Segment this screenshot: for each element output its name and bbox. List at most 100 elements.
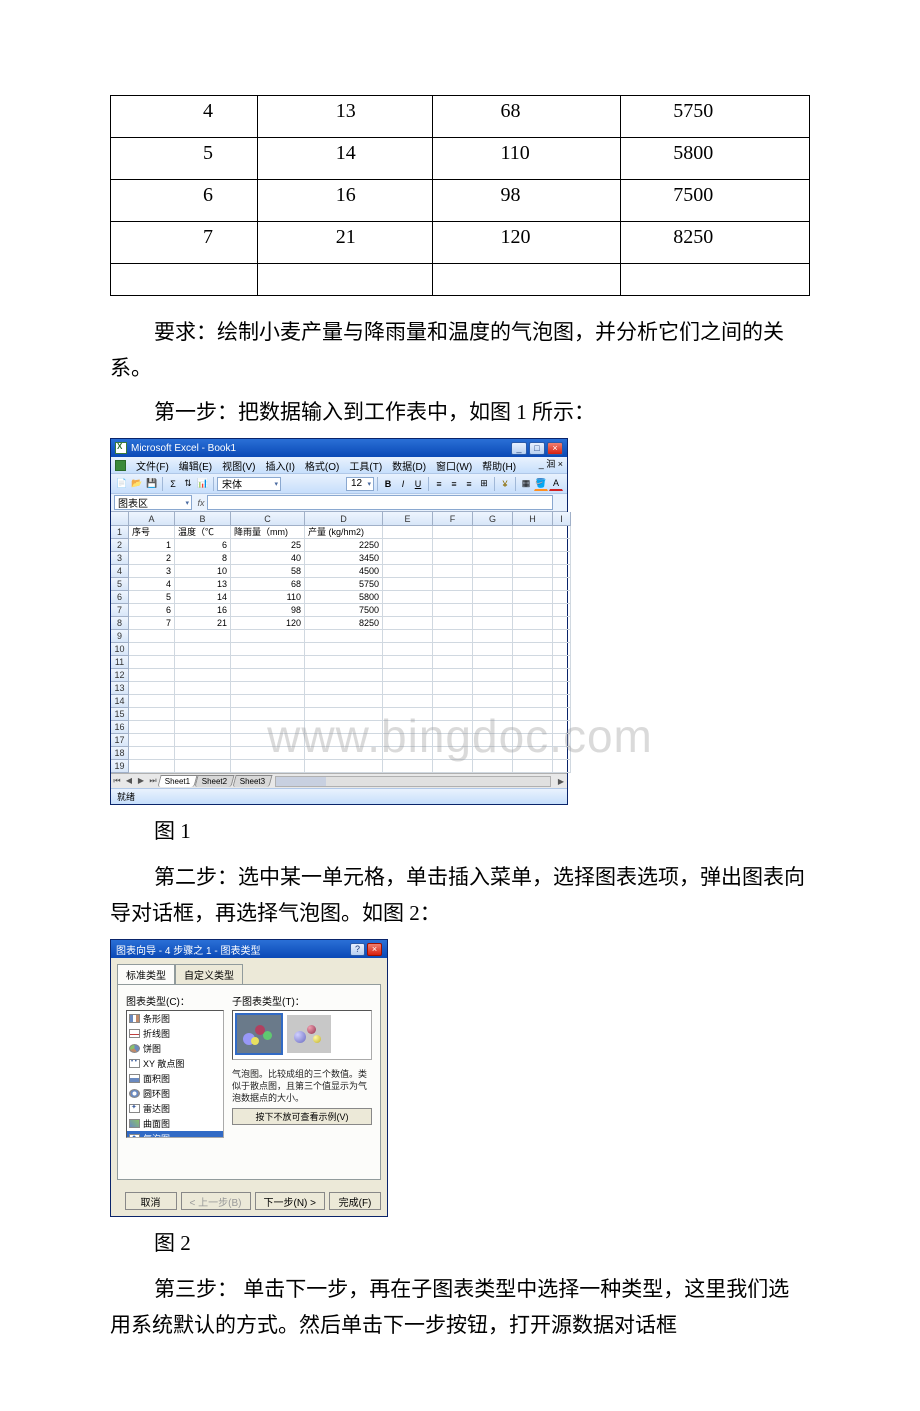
col-header-H[interactable]: H xyxy=(513,512,553,526)
cell[interactable]: 4500 xyxy=(305,565,383,578)
cell[interactable] xyxy=(513,578,553,591)
cell[interactable] xyxy=(129,721,175,734)
cell[interactable]: 13 xyxy=(175,578,231,591)
col-header-I[interactable]: I xyxy=(553,512,571,526)
cell[interactable]: 16 xyxy=(175,604,231,617)
row-header[interactable]: 4 xyxy=(111,565,129,578)
cell[interactable] xyxy=(383,643,433,656)
cell[interactable] xyxy=(231,734,305,747)
cell[interactable]: 68 xyxy=(231,578,305,591)
finish-button[interactable]: 完成(F) xyxy=(329,1192,381,1210)
cell[interactable] xyxy=(383,578,433,591)
tab-nav-first-icon[interactable]: ⏮ xyxy=(111,776,123,786)
cell[interactable] xyxy=(513,526,553,539)
menu-tools[interactable]: 工具(T) xyxy=(345,458,386,473)
scroll-right-icon[interactable]: ▶ xyxy=(555,777,567,786)
row-header[interactable]: 8 xyxy=(111,617,129,630)
cell[interactable] xyxy=(553,630,571,643)
bold-icon[interactable]: B xyxy=(381,477,395,491)
cell[interactable] xyxy=(305,708,383,721)
cell[interactable] xyxy=(553,617,571,630)
cell[interactable] xyxy=(433,669,473,682)
cell[interactable]: 8250 xyxy=(305,617,383,630)
cell[interactable] xyxy=(433,578,473,591)
row-header[interactable]: 18 xyxy=(111,747,129,760)
cell[interactable] xyxy=(473,656,513,669)
cell[interactable] xyxy=(553,682,571,695)
cell[interactable] xyxy=(553,539,571,552)
cell[interactable] xyxy=(513,565,553,578)
row-header[interactable]: 5 xyxy=(111,578,129,591)
cell[interactable] xyxy=(433,708,473,721)
cell[interactable] xyxy=(513,734,553,747)
cell[interactable] xyxy=(513,656,553,669)
cell[interactable] xyxy=(553,591,571,604)
cell[interactable]: 7 xyxy=(129,617,175,630)
cell[interactable]: 产量 (kg/hm2) xyxy=(305,526,383,539)
cell[interactable] xyxy=(473,630,513,643)
cell[interactable] xyxy=(433,682,473,695)
cell[interactable] xyxy=(433,526,473,539)
font-name-combo[interactable]: 宋体 xyxy=(217,477,281,491)
cell[interactable] xyxy=(305,760,383,773)
cell[interactable] xyxy=(433,721,473,734)
cell[interactable]: 5 xyxy=(129,591,175,604)
cell[interactable]: 98 xyxy=(231,604,305,617)
cell[interactable]: 6 xyxy=(129,604,175,617)
back-button[interactable]: < 上一步(B) xyxy=(181,1192,251,1210)
cell[interactable] xyxy=(305,643,383,656)
cell[interactable]: 25 xyxy=(231,539,305,552)
cell[interactable] xyxy=(305,656,383,669)
menu-window[interactable]: 窗口(W) xyxy=(432,458,476,473)
tab-custom[interactable]: 自定义类型 xyxy=(175,964,243,984)
cell[interactable] xyxy=(513,682,553,695)
cell[interactable] xyxy=(129,643,175,656)
cell[interactable] xyxy=(473,669,513,682)
cell[interactable] xyxy=(383,721,433,734)
cell[interactable] xyxy=(383,669,433,682)
cell[interactable]: 110 xyxy=(231,591,305,604)
sort-icon[interactable]: ⇅ xyxy=(181,477,195,491)
cell[interactable]: 6 xyxy=(175,539,231,552)
cell[interactable] xyxy=(129,747,175,760)
tab-standard[interactable]: 标准类型 xyxy=(117,964,175,984)
next-button[interactable]: 下一步(N) > xyxy=(255,1192,326,1210)
cell[interactable] xyxy=(175,721,231,734)
cell[interactable] xyxy=(473,552,513,565)
menu-file[interactable]: 文件(F) xyxy=(132,458,173,473)
cell[interactable] xyxy=(553,747,571,760)
merge-icon[interactable]: ⊞ xyxy=(477,477,491,491)
col-header-C[interactable]: C xyxy=(231,512,305,526)
cell[interactable] xyxy=(473,617,513,630)
cell[interactable] xyxy=(383,682,433,695)
cell[interactable]: 3 xyxy=(129,565,175,578)
cell[interactable] xyxy=(513,617,553,630)
cell[interactable] xyxy=(513,695,553,708)
cell[interactable] xyxy=(175,656,231,669)
fill-color-icon[interactable]: 🪣 xyxy=(534,477,548,491)
cell[interactable] xyxy=(383,617,433,630)
sheet-tab[interactable]: Sheet2 xyxy=(195,775,236,787)
cell[interactable] xyxy=(473,526,513,539)
help-button[interactable]: ? xyxy=(350,943,365,956)
list-item[interactable]: 饼图 xyxy=(127,1041,223,1056)
cell[interactable] xyxy=(433,643,473,656)
cell[interactable] xyxy=(513,591,553,604)
close-button[interactable]: × xyxy=(367,943,382,956)
cell[interactable] xyxy=(513,708,553,721)
col-header-D[interactable]: D xyxy=(305,512,383,526)
cell[interactable] xyxy=(305,682,383,695)
cell[interactable] xyxy=(513,552,553,565)
cell[interactable] xyxy=(513,630,553,643)
cell[interactable] xyxy=(473,682,513,695)
row-header[interactable]: 2 xyxy=(111,539,129,552)
cell[interactable] xyxy=(175,708,231,721)
chart-icon[interactable]: 📊 xyxy=(196,477,210,491)
cell[interactable] xyxy=(473,747,513,760)
cell[interactable] xyxy=(433,565,473,578)
col-header-E[interactable]: E xyxy=(383,512,433,526)
minimize-button[interactable]: _ xyxy=(511,442,527,455)
list-item[interactable]: XY 散点图 xyxy=(127,1056,223,1071)
wizard-titlebar[interactable]: 图表向导 - 4 步骤之 1 - 图表类型 ? × xyxy=(111,940,387,958)
excel-grid[interactable]: A B C D E F G H I 1 序号 温度（℃ 降雨量（mm) 产量 (… xyxy=(111,511,567,773)
